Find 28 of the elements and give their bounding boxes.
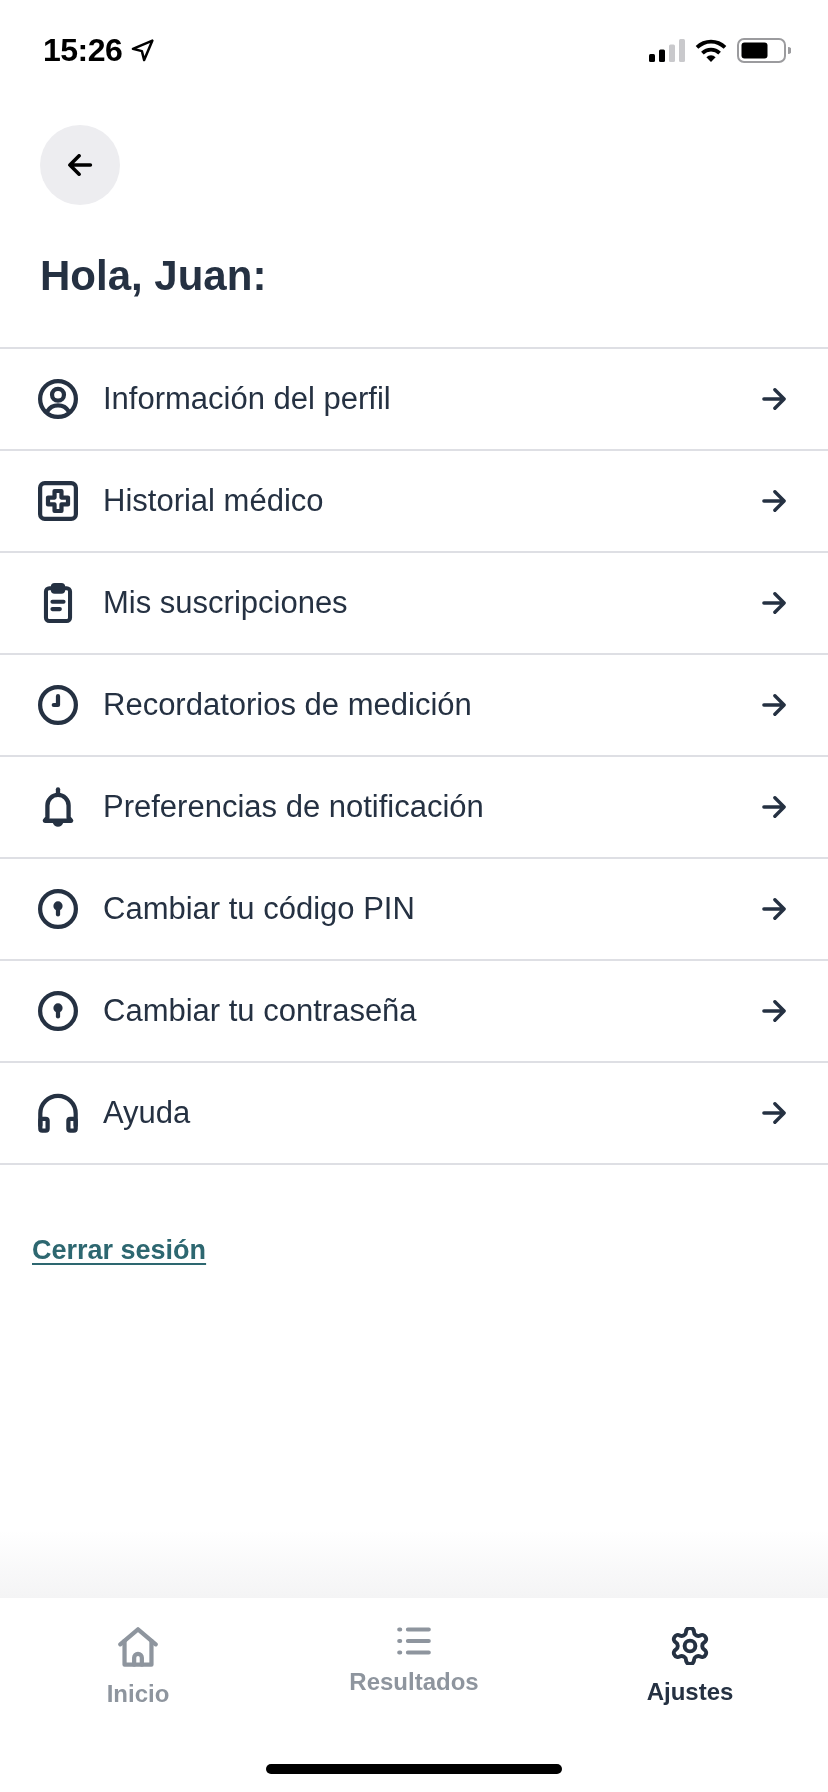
arrow-right-icon xyxy=(762,388,786,410)
arrow-right-icon xyxy=(762,898,786,920)
arrow-right-icon xyxy=(762,490,786,512)
back-arrow-icon xyxy=(67,154,93,176)
clock-icon xyxy=(38,685,78,725)
clipboard-icon xyxy=(42,583,74,623)
battery-icon xyxy=(737,37,791,63)
logout-link[interactable]: Cerrar sesión xyxy=(32,1233,207,1267)
greeting-title: Hola, Juan: xyxy=(40,251,267,301)
signal-icon xyxy=(649,38,685,62)
bell-icon xyxy=(41,787,75,827)
medical-cross-icon xyxy=(38,481,78,521)
arrow-right-icon xyxy=(762,694,786,716)
arrow-right-icon xyxy=(762,1000,786,1022)
keyhole-icon xyxy=(38,889,78,929)
settings-icon xyxy=(671,1627,709,1665)
arrow-right-icon xyxy=(762,592,786,614)
user-circle-icon xyxy=(38,379,78,419)
list-icon xyxy=(397,1627,431,1655)
arrow-right-icon xyxy=(762,796,786,818)
keyhole-icon xyxy=(38,991,78,1031)
arrow-right-icon xyxy=(762,1102,786,1124)
status-time: 15:26 xyxy=(43,32,123,68)
wifi-icon xyxy=(695,38,727,62)
home-icon xyxy=(118,1627,158,1667)
tab-item[interactable]: Ajustes xyxy=(632,1620,748,1716)
location-arrow-icon xyxy=(130,37,156,63)
headphones-icon xyxy=(38,1093,78,1133)
